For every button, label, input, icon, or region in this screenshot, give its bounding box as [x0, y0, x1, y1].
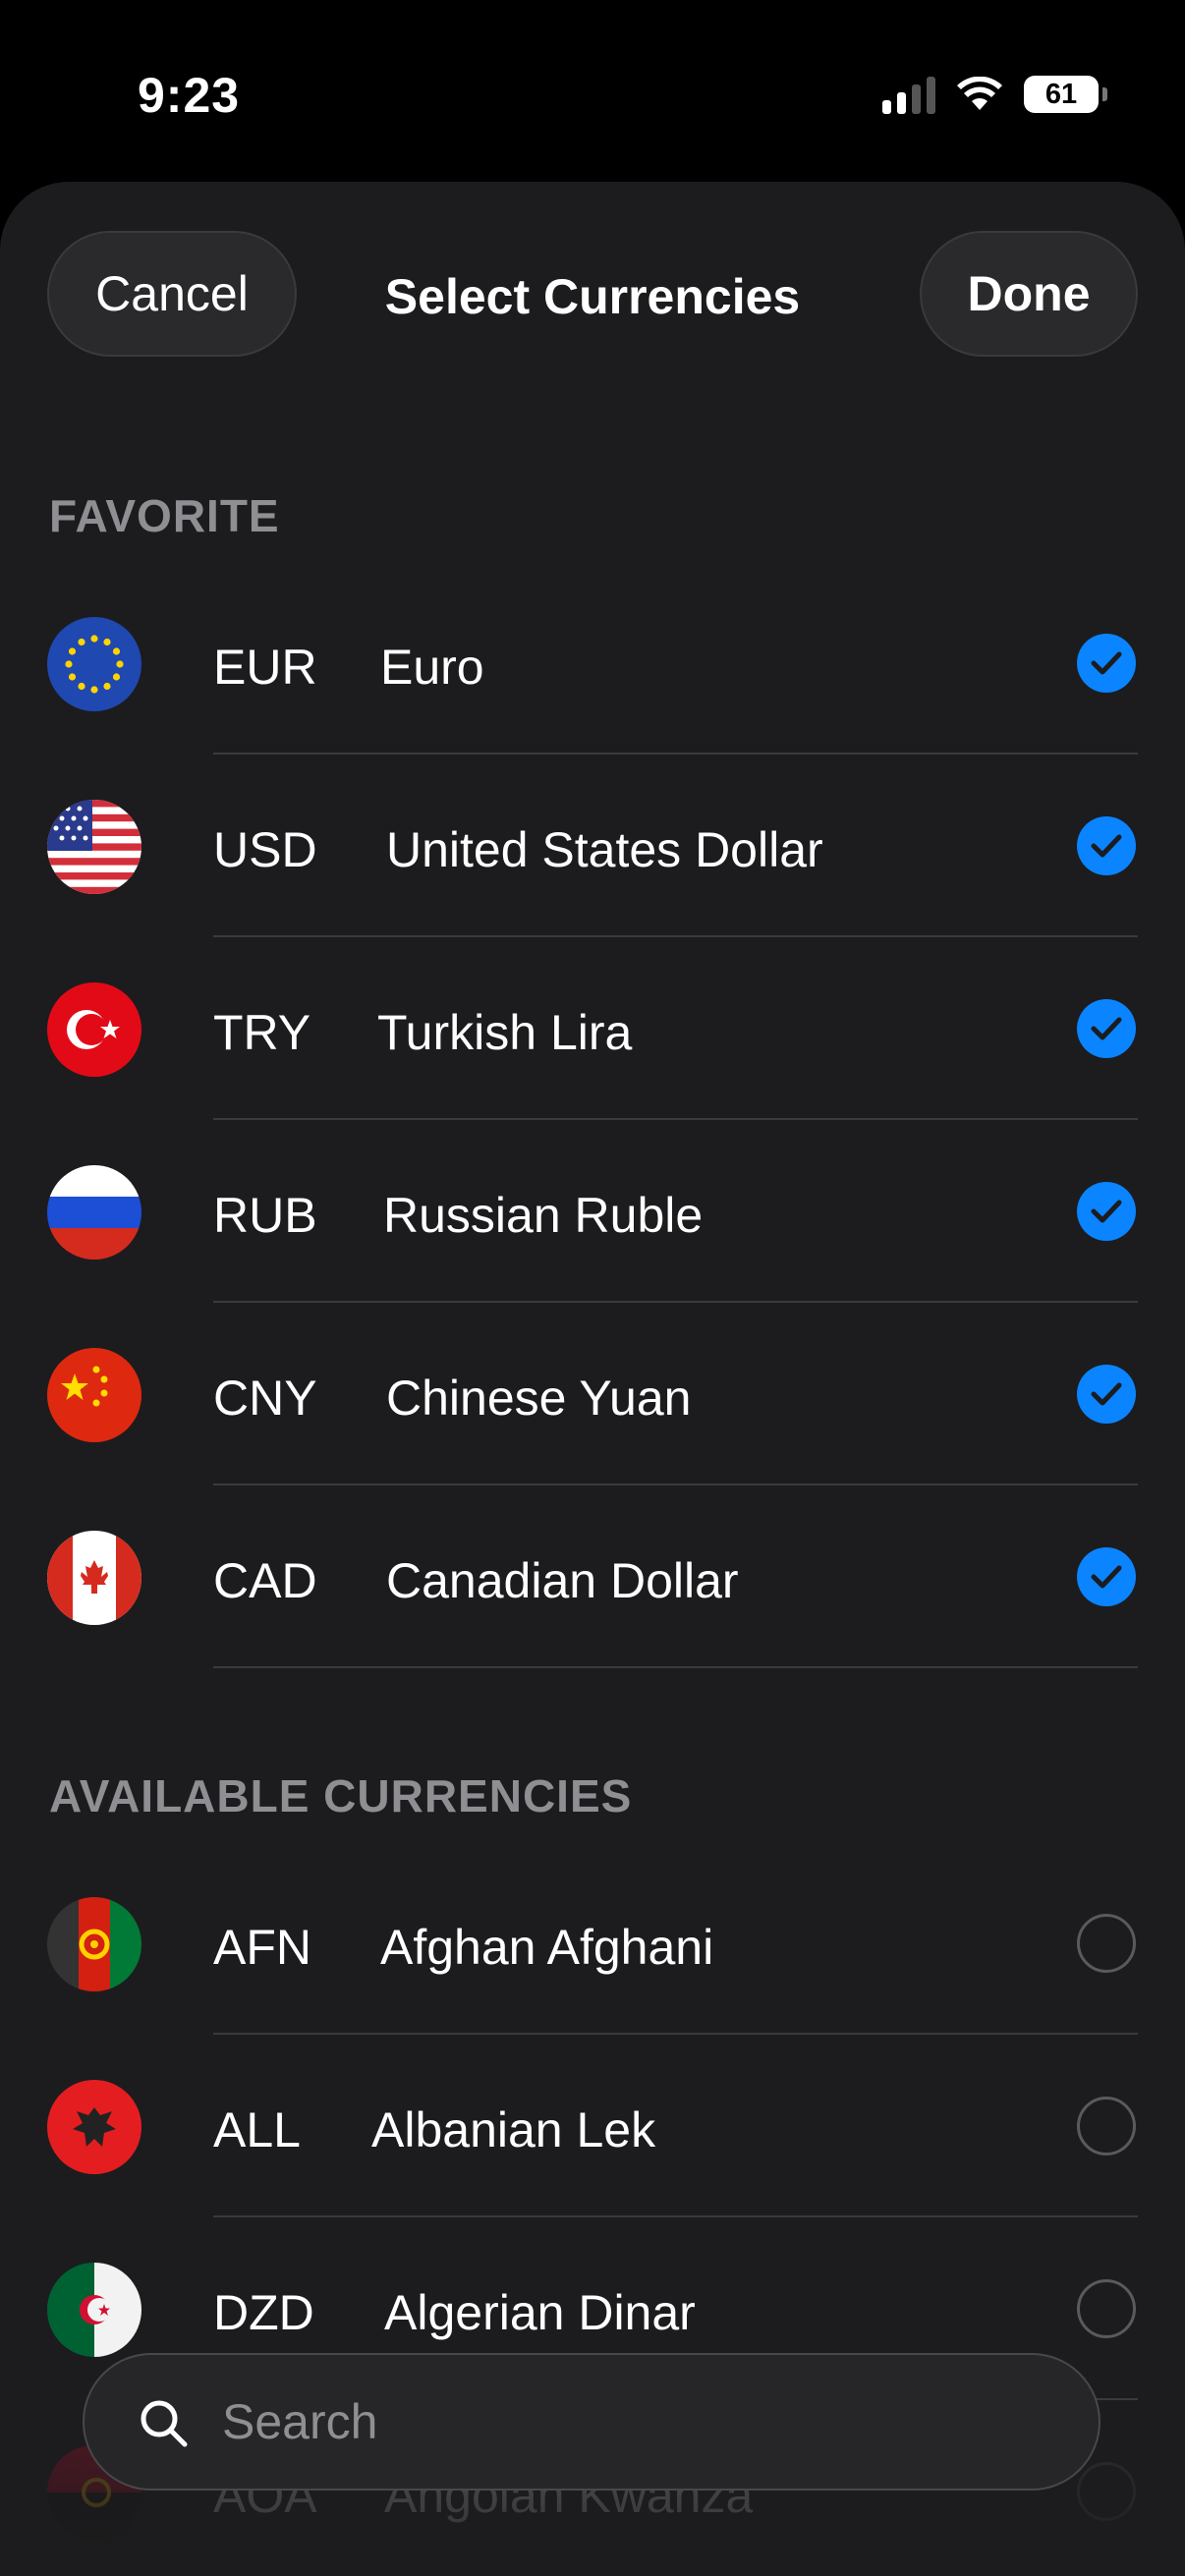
currency-row-afn[interactable]: AFN Afghan Afghani [0, 1852, 1185, 2035]
unchecked-circle-icon[interactable] [1077, 2279, 1136, 2338]
currency-name: Algerian Dinar [384, 2285, 696, 2340]
currency-code: CAD [213, 1553, 317, 1608]
status-bar: 9:23 61 [0, 0, 1185, 182]
currency-row-try[interactable]: TRY Turkish Lira [0, 937, 1185, 1120]
divider [213, 1666, 1138, 1668]
unchecked-circle-icon[interactable] [1077, 1914, 1136, 1973]
checkmark-icon[interactable] [1077, 1547, 1136, 1606]
battery-level: 61 [1044, 78, 1078, 110]
currency-code: USD [213, 822, 317, 877]
china-flag-icon [47, 1348, 141, 1442]
currency-name: Canadian Dollar [386, 1553, 739, 1608]
done-button[interactable]: Done [920, 231, 1138, 357]
currency-code: RUB [213, 1188, 317, 1243]
checkmark-icon[interactable] [1077, 1365, 1136, 1424]
currency-sheet: Cancel Select Currencies Done FAVORITE E… [0, 182, 1185, 2576]
currency-code: DZD [213, 2285, 314, 2340]
eu-flag-icon [47, 617, 141, 711]
unchecked-circle-icon[interactable] [1077, 2097, 1136, 2156]
currency-name: Afghan Afghani [380, 1920, 714, 1975]
currency-name: Russian Ruble [383, 1188, 704, 1243]
unchecked-circle-icon[interactable] [1077, 2462, 1136, 2521]
currency-code: TRY [213, 1005, 311, 1060]
russia-flag-icon [47, 1165, 141, 1260]
canada-flag-icon [47, 1531, 141, 1625]
currency-name: Chinese Yuan [386, 1371, 692, 1426]
currency-row-rub[interactable]: RUB Russian Ruble [0, 1120, 1185, 1303]
checkmark-icon[interactable] [1077, 816, 1136, 875]
currency-code: EUR [213, 640, 317, 695]
wifi-icon [957, 77, 1002, 110]
currency-name: United States Dollar [386, 822, 823, 877]
nav-bar: Cancel Select Currencies Done [0, 182, 1185, 359]
search-input[interactable] [222, 2355, 1067, 2489]
currency-row-cad[interactable]: CAD Canadian Dollar [0, 1485, 1185, 1668]
status-icons: 61 [882, 75, 1107, 114]
currency-row-cny[interactable]: CNY Chinese Yuan [0, 1303, 1185, 1485]
currency-code: CNY [213, 1371, 317, 1426]
available-section-header: AVAILABLE CURRENCIES [49, 1770, 633, 1821]
currency-name: Turkish Lira [377, 1005, 633, 1060]
currency-row-eur[interactable]: EUR Euro [0, 572, 1185, 755]
afghanistan-flag-icon [47, 1897, 141, 1991]
checkmark-icon[interactable] [1077, 999, 1136, 1058]
search-bar[interactable] [83, 2353, 1100, 2491]
currency-row-all[interactable]: ALL Albanian Lek [0, 2035, 1185, 2217]
currency-row-usd[interactable]: USD United States Dollar [0, 755, 1185, 937]
albania-flag-icon [47, 2080, 141, 2174]
checkmark-icon[interactable] [1077, 1182, 1136, 1241]
favorite-section-header: FAVORITE [49, 490, 280, 541]
algeria-flag-icon [47, 2263, 141, 2357]
search-icon [141, 2400, 188, 2447]
status-time: 9:23 [138, 68, 241, 123]
currency-code: AFN [213, 1920, 311, 1975]
us-flag-icon [47, 800, 141, 894]
currency-name: Euro [380, 640, 484, 695]
currency-name: Albanian Lek [371, 2102, 656, 2157]
battery-icon: 61 [1024, 76, 1107, 113]
turkey-flag-icon [47, 982, 141, 1077]
favorite-list: EUR Euro USD United States Dollar TRY Tu… [0, 572, 1185, 1668]
currency-code: ALL [213, 2102, 301, 2157]
signal-icon [882, 75, 935, 114]
checkmark-icon[interactable] [1077, 634, 1136, 693]
